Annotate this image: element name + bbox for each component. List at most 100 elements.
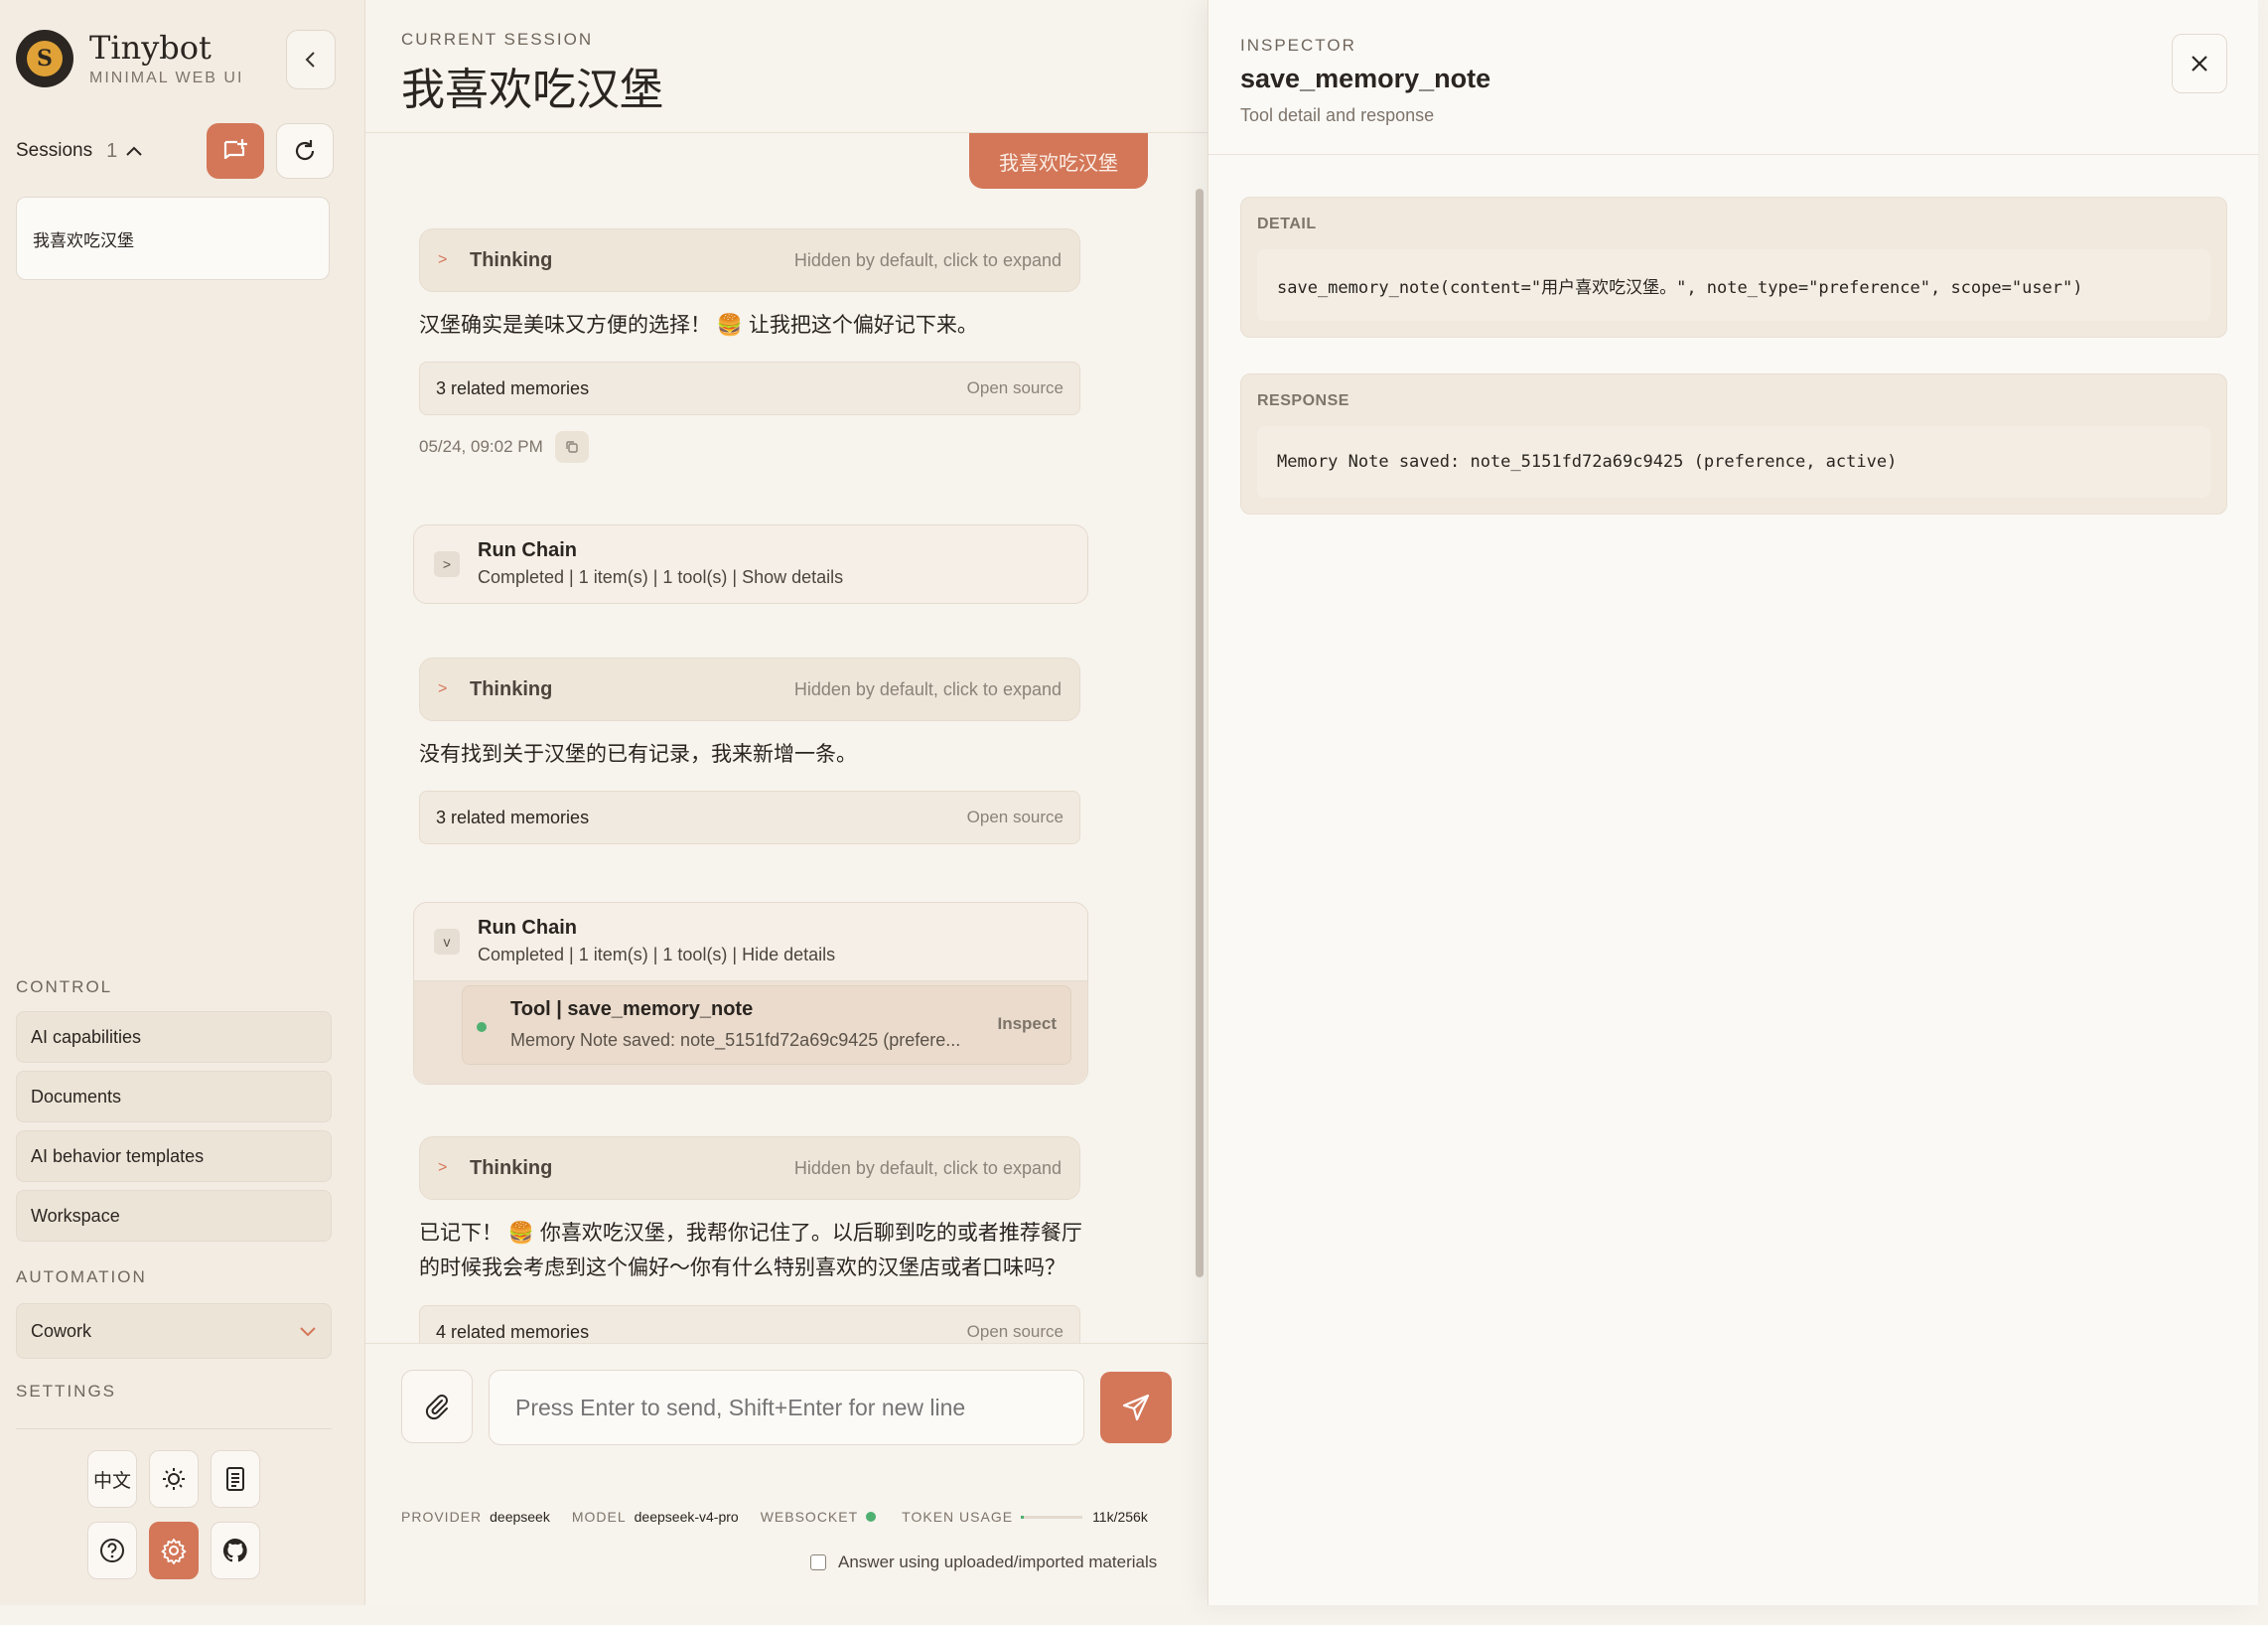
open-source-link[interactable]: Open source xyxy=(967,378,1063,398)
detail-label: DETAIL xyxy=(1257,216,1317,232)
thinking-label: Thinking xyxy=(470,677,553,700)
automation-select[interactable]: Cowork xyxy=(16,1303,332,1359)
run-chain-title: Run Chain xyxy=(478,917,577,939)
run-chain[interactable]: v Run Chain Completed | 1 item(s) | 1 to… xyxy=(413,902,1088,1085)
token-usage-value: 11k/256k xyxy=(1092,1509,1148,1525)
docs-button[interactable] xyxy=(211,1450,260,1508)
thinking-label: Thinking xyxy=(470,248,553,271)
websocket-status-icon xyxy=(866,1512,877,1522)
thinking-hint: Hidden by default, click to expand xyxy=(793,678,1062,699)
sessions-count: 1 xyxy=(106,139,118,162)
thinking-label: Thinking xyxy=(470,1156,553,1179)
sessions-label: Sessions xyxy=(16,140,93,161)
help-button[interactable] xyxy=(87,1522,137,1579)
assistant-message: 没有找到关于汉堡的已有记录，我来新增一条。 xyxy=(419,743,857,766)
github-button[interactable] xyxy=(211,1522,260,1579)
model-value: deepseek-v4-pro xyxy=(634,1509,739,1525)
thinking-toggle[interactable]: > Thinking Hidden by default, click to e… xyxy=(419,228,1080,292)
brand-name: Tinybot xyxy=(89,29,212,67)
token-usage-bar xyxy=(1021,1515,1083,1519)
brand-subtitle: MINIMAL WEB UI xyxy=(89,70,244,86)
detail-card: DETAIL save_memory_note(content="用户喜欢吃汉堡… xyxy=(1240,197,2227,338)
inspector-header: INSPECTOR save_memory_note Tool detail a… xyxy=(1208,0,2259,155)
message-list[interactable]: 我喜欢吃汉堡 > Thinking Hidden by default, cli… xyxy=(365,133,1207,1343)
materials-checkbox[interactable] xyxy=(810,1554,826,1570)
memories-count: 4 related memories xyxy=(436,1321,590,1342)
workspace-button[interactable]: Workspace xyxy=(16,1190,332,1242)
memories-count: 3 related memories xyxy=(436,807,590,827)
chat-panel: CURRENT SESSION 我喜欢吃汉堡 我喜欢吃汉堡 > Thinking… xyxy=(365,0,1207,1605)
control-section-title: CONTROL xyxy=(16,977,113,996)
send-icon xyxy=(1122,1394,1150,1421)
ai-behavior-templates-button[interactable]: AI behavior templates xyxy=(16,1130,332,1182)
settings-divider xyxy=(16,1428,332,1429)
sessions-header: Sessions 1 xyxy=(16,123,334,179)
thinking-toggle[interactable]: > Thinking Hidden by default, click to e… xyxy=(419,658,1080,721)
attach-button[interactable] xyxy=(401,1370,473,1443)
collapse-sidebar-button[interactable] xyxy=(286,30,336,89)
run-chain-summary: Completed | 1 item(s) | 1 tool(s) | Show… xyxy=(478,567,844,587)
chevron-up-icon[interactable] xyxy=(125,145,143,157)
theme-toggle-button[interactable] xyxy=(149,1450,199,1508)
expand-icon[interactable]: > xyxy=(434,551,460,577)
inspector-title: save_memory_note xyxy=(1240,64,1491,93)
session-item[interactable]: 我喜欢吃汉堡 xyxy=(16,197,330,280)
new-session-button[interactable] xyxy=(207,123,264,179)
inspector-panel: INSPECTOR save_memory_note Tool detail a… xyxy=(1207,0,2259,1605)
open-source-link[interactable]: Open source xyxy=(967,808,1063,827)
inspector-label: INSPECTOR xyxy=(1240,36,1356,55)
tool-result-preview: Memory Note saved: note_5151fd72a69c9425… xyxy=(510,1030,961,1050)
model-label: MODEL xyxy=(571,1509,627,1525)
refresh-sessions-button[interactable] xyxy=(276,123,334,179)
automation-select-value: Cowork xyxy=(31,1320,92,1341)
gear-icon xyxy=(161,1539,187,1564)
automation-section-title: AUTOMATION xyxy=(16,1267,147,1286)
ai-capabilities-button[interactable]: AI capabilities xyxy=(16,1011,332,1063)
close-inspector-button[interactable] xyxy=(2172,34,2227,93)
scrollbar[interactable] xyxy=(1196,189,1204,1277)
run-chain-summary: Completed | 1 item(s) | 1 tool(s) | Hide… xyxy=(478,945,836,964)
chevron-right-icon: > xyxy=(438,680,448,697)
refresh-icon xyxy=(295,140,315,161)
inspect-button[interactable]: Inspect xyxy=(997,1014,1057,1034)
copy-icon xyxy=(566,441,578,453)
copy-button[interactable] xyxy=(554,431,589,463)
language-toggle-button[interactable]: 中文 xyxy=(87,1450,137,1508)
assistant-message: 汉堡确实是美味又方便的选择！ 🍔 让我把这个偏好记下来。 xyxy=(419,314,978,337)
tool-title: Tool | save_memory_note xyxy=(510,998,754,1020)
help-icon xyxy=(100,1539,124,1562)
close-icon xyxy=(2192,56,2207,72)
materials-checkbox-row[interactable]: Answer using uploaded/imported materials xyxy=(810,1552,1157,1572)
github-icon xyxy=(222,1538,247,1562)
thinking-hint: Hidden by default, click to expand xyxy=(793,1157,1062,1178)
chevron-left-icon xyxy=(305,52,315,68)
chat-header: CURRENT SESSION 我喜欢吃汉堡 xyxy=(365,0,1207,133)
sidebar: S Tinybot MINIMAL WEB UI Sessions 1 我喜欢吃… xyxy=(0,0,365,1605)
user-message: 我喜欢吃汉堡 xyxy=(969,133,1148,189)
documents-button[interactable]: Documents xyxy=(16,1071,332,1122)
materials-checkbox-label: Answer using uploaded/imported materials xyxy=(838,1552,1158,1571)
related-memories[interactable]: 4 related memories Open source xyxy=(419,1305,1080,1343)
run-chain-details: Tool | save_memory_note Memory Note save… xyxy=(414,980,1087,1084)
token-usage-label: TOKEN USAGE xyxy=(902,1509,1014,1525)
tinybot-logo-icon: S xyxy=(16,30,73,87)
sun-icon xyxy=(163,1468,185,1490)
current-session-label: CURRENT SESSION xyxy=(401,30,594,49)
message-input[interactable] xyxy=(489,1370,1084,1445)
thinking-toggle[interactable]: > Thinking Hidden by default, click to e… xyxy=(419,1136,1080,1200)
message-meta: 05/24, 09:02 PM xyxy=(419,431,589,463)
related-memories[interactable]: 3 related memories Open source xyxy=(419,362,1080,415)
message-timestamp: 05/24, 09:02 PM xyxy=(419,437,543,456)
collapse-icon[interactable]: v xyxy=(434,929,460,955)
document-icon xyxy=(226,1467,244,1491)
open-source-link[interactable]: Open source xyxy=(967,1322,1063,1342)
chevron-down-icon xyxy=(300,1327,316,1337)
status-bar: PROVIDER deepseek MODEL deepseek-v4-pro … xyxy=(401,1509,1170,1525)
language-label: 中文 xyxy=(92,1470,131,1492)
thinking-hint: Hidden by default, click to expand xyxy=(793,249,1062,270)
tool-call-card[interactable]: Tool | save_memory_note Memory Note save… xyxy=(462,985,1071,1065)
related-memories[interactable]: 3 related memories Open source xyxy=(419,791,1080,844)
settings-button[interactable] xyxy=(149,1522,199,1579)
run-chain[interactable]: > Run Chain Completed | 1 item(s) | 1 to… xyxy=(413,524,1088,604)
send-button[interactable] xyxy=(1100,1372,1172,1443)
